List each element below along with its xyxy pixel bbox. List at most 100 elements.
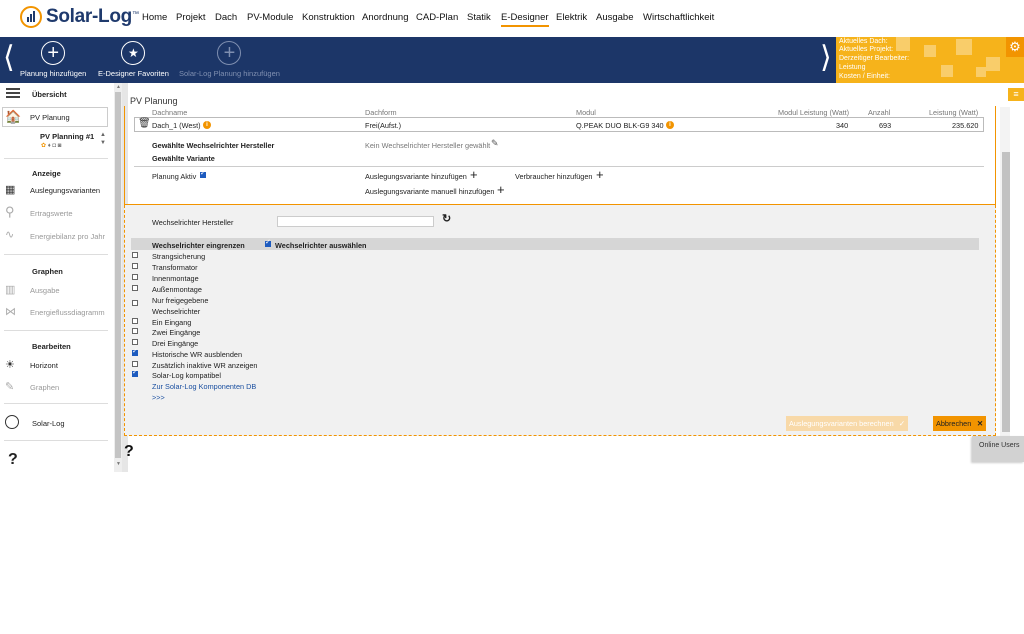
planning-active-checkbox[interactable]	[200, 169, 206, 178]
nav-home[interactable]: Home	[142, 12, 167, 23]
trash-icon[interactable]: 🗑	[138, 118, 151, 129]
filter-checkbox[interactable]	[132, 285, 138, 291]
solar-log-icon	[5, 415, 19, 429]
add-variant-manual-plus-icon[interactable]: +	[497, 183, 505, 196]
filter-label: Wechselrichter	[152, 307, 201, 316]
calculate-variants-button[interactable]: Auslegungsvarianten berechnen ✓	[786, 416, 908, 431]
filter-checkbox[interactable]	[132, 274, 138, 280]
sun-horizon-icon: ☀	[5, 359, 15, 371]
sidebar-overview[interactable]: Übersicht	[32, 90, 67, 99]
filter-checkbox[interactable]	[132, 361, 138, 367]
nav-statik[interactable]: Statik	[467, 12, 491, 23]
select-inverters-checkbox[interactable]	[265, 238, 271, 247]
nav-dach[interactable]: Dach	[215, 12, 237, 23]
nav-cad-plan[interactable]: CAD-Plan	[416, 12, 458, 23]
pulse-chart-icon: ∿	[5, 229, 15, 241]
add-variant-plus-icon[interactable]: +	[470, 168, 478, 181]
nav-elektrik[interactable]: Elektrik	[556, 12, 587, 23]
col-header-module-power: Modul Leistung (Watt)	[778, 108, 850, 117]
limit-inverters-heading: Wechselrichter eingrenzen	[152, 241, 245, 250]
sidebar-item-yield-values: Ertragswerte	[30, 209, 73, 218]
col-header-roof-name: Dachname	[152, 108, 188, 117]
sidebar-item-energy-balance: Energiebilanz pro Jahr	[30, 232, 106, 241]
add-consumer-link[interactable]: Verbraucher hinzufügen	[515, 172, 592, 181]
scroll-up-icon[interactable]: ▲	[116, 84, 121, 90]
online-users-tab[interactable]: Online Users	[972, 436, 1024, 462]
table-row[interactable]	[134, 117, 984, 132]
settings-gear-icon[interactable]: ⚙	[1006, 37, 1024, 57]
sidebar-help-icon[interactable]: ?	[8, 451, 18, 469]
sidebar-item-horizon[interactable]: Horizont	[30, 361, 58, 370]
section-anzeige: Anzeige	[32, 169, 61, 178]
inverter-manufacturer-label: Wechselrichter Hersteller	[152, 218, 234, 227]
filter-checkbox[interactable]	[132, 318, 138, 324]
filter-label: Drei Eingänge	[152, 339, 199, 348]
info-icon[interactable]: i	[666, 121, 674, 129]
sidebar: Übersicht 🏠 PV Planung PV Planning #1 ✿ …	[0, 83, 114, 472]
filter-label: Zwei Eingänge	[152, 328, 201, 337]
logo-text: Solar-Log	[46, 6, 132, 27]
components-db-link[interactable]: Zur Solar-Log Komponenten DB	[152, 382, 256, 391]
sidebar-planning-item[interactable]: PV Planning #1	[40, 132, 94, 141]
refresh-icon[interactable]: ↻	[442, 212, 451, 225]
more-link[interactable]: >>>	[152, 393, 165, 402]
section-bearbeiten: Bearbeiten	[32, 342, 71, 351]
scroll-down-icon[interactable]: ▼	[116, 461, 121, 467]
filter-checkbox[interactable]	[132, 368, 138, 377]
planning-order-arrows-icon[interactable]: ▲ ▼	[100, 131, 106, 147]
filter-checkbox[interactable]	[132, 328, 138, 334]
nav-e-designer[interactable]: E-Designer	[501, 12, 549, 27]
inverter-manufacturer-input[interactable]	[277, 216, 434, 227]
filter-checkbox[interactable]	[132, 347, 138, 356]
cell-roof-form: Frei(Aufst.)	[365, 121, 402, 130]
add-variant-link[interactable]: Auslegungsvariante hinzufügen	[365, 172, 467, 181]
info-icon[interactable]: i	[203, 121, 211, 129]
sidebar-scrollbar-thumb[interactable]	[115, 92, 121, 458]
col-header-roof-form: Dachform	[365, 108, 397, 117]
add-solarlog-planning-button[interactable]: + Solar-Log Planung hinzufügen	[179, 41, 280, 78]
cancel-button[interactable]: Abbrechen ✕	[933, 416, 986, 431]
prev-arrow-icon[interactable]: ⟨	[3, 43, 15, 73]
filter-checkbox[interactable]	[132, 263, 138, 269]
e-designer-favorites-button[interactable]: ★ E-Designer Favoriten	[98, 41, 169, 78]
add-consumer-plus-icon[interactable]: +	[596, 168, 604, 181]
side-toggle-icon[interactable]: ≡	[1008, 88, 1024, 101]
cell-power: 235.620	[952, 121, 979, 130]
nav-anordnung[interactable]: Anordnung	[362, 12, 408, 23]
filter-checkbox[interactable]	[132, 339, 138, 345]
cell-module: Q.PEAK DUO BLK-G9 340	[576, 121, 664, 130]
add-planning-label: Planung hinzufügen	[20, 69, 87, 78]
col-header-power: Leistung (Watt)	[929, 108, 979, 117]
planning-status-icons: ✿ ♦ ◘ ◙	[41, 143, 62, 149]
bar-chart-icon: ▥	[5, 284, 16, 296]
help-icon[interactable]: ?	[124, 443, 134, 461]
sidebar-item-design-variants[interactable]: Auslegungsvarianten	[30, 186, 100, 195]
project-status-panel: Aktuelles Dach: Aktuelles Projekt: Derze…	[836, 37, 1024, 83]
nav-konstruktion[interactable]: Konstruktion	[302, 12, 355, 23]
nav-projekt[interactable]: Projekt	[176, 12, 206, 23]
favorites-label: E-Designer Favoriten	[98, 69, 169, 78]
chosen-variant-label: Gewählte Variante	[152, 154, 215, 163]
next-arrow-icon[interactable]: ⟩	[820, 43, 832, 73]
planning-active-label: Planung Aktiv	[152, 172, 197, 181]
edit-pencil-icon[interactable]: ✎	[491, 138, 499, 149]
solar-log-logo[interactable]: Solar-Log ™	[20, 6, 139, 28]
nav-wirtschaftlichkeit[interactable]: Wirtschaftlichkeit	[643, 12, 714, 23]
nav-ausgabe[interactable]: Ausgabe	[596, 12, 634, 23]
add-planning-button[interactable]: + Planung hinzufügen	[20, 41, 86, 78]
filter-label: Innenmontage	[152, 274, 199, 283]
nav-pv-module[interactable]: PV-Module	[247, 12, 293, 23]
main-scrollbar-thumb[interactable]	[1002, 152, 1010, 432]
col-header-count: Anzahl	[868, 108, 891, 117]
magnifier-icon: ⚲	[5, 204, 15, 219]
filter-checkbox[interactable]	[132, 300, 138, 306]
sidebar-item-solar-log[interactable]: Solar-Log	[32, 419, 65, 428]
filter-label: Strangsicherung	[152, 252, 206, 261]
add-variant-manual-link[interactable]: Auslegungsvariante manuell hinzufügen	[365, 187, 494, 196]
hamburger-menu-icon[interactable]	[6, 88, 20, 98]
filter-label: Außenmontage	[152, 285, 202, 294]
top-navigation: Solar-Log ™ Home Projekt Dach PV-Module K…	[0, 0, 1024, 37]
filter-checkbox[interactable]	[132, 252, 138, 258]
grid-icon: ▦	[5, 184, 16, 196]
no-manufacturer-text: Kein Wechselrichter Hersteller gewählt	[365, 141, 491, 150]
